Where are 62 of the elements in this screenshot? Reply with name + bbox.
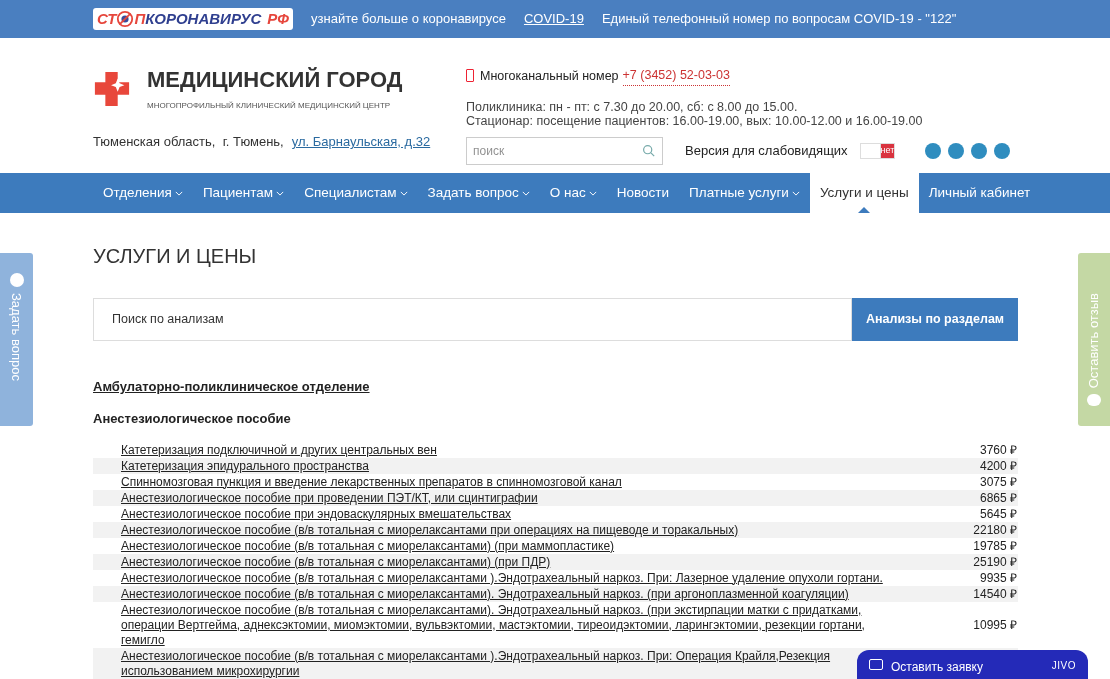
pointer-icon xyxy=(858,207,871,213)
chat-label: Оставить заявку xyxy=(891,659,984,676)
price-text: 5645 ₽ xyxy=(978,506,1017,522)
brand-name[interactable]: МЕДИЦИНСКИЙ ГОРОД xyxy=(147,66,403,94)
service-link[interactable]: Анестезиологическое пособие при проведении ПЭТ/КТ, или сцинтиграфии xyxy=(121,490,538,506)
sections-button[interactable]: Анализы по разделам xyxy=(852,298,1018,341)
hours-text: Поликлиника: пн - пт: с 7.30 до 20.00, сб: с 8.00 до 15.00. xyxy=(466,99,799,114)
nav-tab[interactable]: Новости xyxy=(606,173,680,213)
service-link[interactable]: Анестезиологическое пособие (в/в тотальная с миорелаксантами ).Эндотрахеальный наркоз. При: Операция Крайля,Резекция xyxy=(121,648,831,664)
price-text: 19785 ₽ xyxy=(972,538,1017,554)
info-text: узнайте больше о коронавирусе xyxy=(311,10,506,29)
nav-tab[interactable]: Отделения xyxy=(93,173,193,213)
service-link[interactable]: Анестезиологическое пособие (в/в тотальная с миорелаксантами) (при маммопластике) xyxy=(121,538,615,554)
page-title: УСЛУГИ И ЦЕНЫ xyxy=(93,244,258,269)
service-link[interactable]: Анестезиологическое пособие (в/в тотальная с миорелаксантами). Эндотрахеальный наркоз. (при аргоноплазменной коагуляции) xyxy=(121,586,849,602)
price-text: 14540 ₽ xyxy=(972,586,1017,602)
address-link[interactable]: ул. Барнаульская, д.32 xyxy=(291,132,431,152)
price-text: 4200 ₽ xyxy=(978,458,1017,474)
accessibility-toggle[interactable]: нет xyxy=(859,142,896,159)
brand-tagline: МНОГОПРОФИЛЬНЫЙ КЛИНИЧЕСКИЙ МЕДИЦИНСКИЙ ЦЕНТР xyxy=(147,100,392,112)
nav-tab[interactable]: Пациентам xyxy=(192,173,295,213)
nav-tab[interactable]: Личный кабинет xyxy=(918,173,1041,213)
service-link[interactable]: Анестезиологическое пособие (в/в тотальная с миорелаксантами при операциях на пищеводе и торакальных) xyxy=(121,522,739,538)
hours-text: Стационар: посещение пациентов: 16.00-19.00, вых: 10.00-12.00 и 16.00-19.00 xyxy=(466,113,924,128)
service-link[interactable]: Спинномозговая пункция и введение лекарственных препаратов в спинномозговой канал xyxy=(121,474,622,490)
price-text: 3075 ₽ xyxy=(978,474,1017,490)
medical-cross-icon xyxy=(93,70,131,108)
section-link[interactable]: Амбулаторно-поликлиническое отделение xyxy=(93,377,370,397)
nav-tab[interactable]: Платные услуги xyxy=(679,173,810,213)
price-text: 6865 ₽ xyxy=(978,490,1017,506)
price-text: 22180 ₽ xyxy=(972,522,1017,538)
nav-tab[interactable]: Специалистам xyxy=(294,173,418,213)
nav-tab[interactable]: Услуги и цены xyxy=(809,173,919,213)
covid-link[interactable]: COVID-19 xyxy=(523,9,584,29)
price-text: 10995 ₽ xyxy=(972,617,1017,633)
hotline-text: Единый телефонный номер по вопросам COVID-19 - "122" xyxy=(601,10,957,29)
service-link[interactable]: Катетеризация эпидурального пространства xyxy=(121,458,369,474)
service-link[interactable]: Анестезиологическое пособие (в/в тотальная с миорелаксантами) (при ПДР) xyxy=(121,554,551,570)
chat-brand: JIVO xyxy=(1051,659,1076,673)
service-link[interactable]: Анестезиологическое пособие (в/в тотальная с миорелаксантами ).Эндотрахеальный наркоз. При: Лазерное удаление опухоли гортани. xyxy=(121,570,883,586)
search-icon[interactable] xyxy=(642,143,655,157)
service-link[interactable]: Анестезиологическое пособие (в/в тотальная с миорелаксантами). Эндотрахеальный наркоз. (при экстирпации матки с придатками, операции Вертгейма, аднексэктомии, миомэктомии, вульвэктомии, мастэктомии, тиреоидэктомии, ларингэктомии, резекции гортани, гемигло xyxy=(121,602,907,648)
service-link[interactable]: использованием микрохирургии xyxy=(121,663,300,679)
price-text: 25190 ₽ xyxy=(972,554,1017,570)
service-link[interactable]: Катетеризация подключичной и других центральных вен xyxy=(121,442,437,458)
phone-icon xyxy=(466,69,474,83)
analysis-search-field[interactable]: Поиск по анализам xyxy=(93,298,852,341)
chat-popup[interactable]: Оставить заявку JIVO xyxy=(857,650,1088,679)
nav-tab[interactable]: Задать вопрос xyxy=(417,173,540,213)
price-text: 3760 ₽ xyxy=(978,442,1017,458)
phone-label: Многоканальный номер xyxy=(480,67,619,85)
chat-bubble-icon xyxy=(1087,394,1101,406)
envelope-icon xyxy=(869,659,883,670)
price-text: 9935 ₽ xyxy=(978,570,1017,586)
service-link[interactable]: Анестезиологическое пособие при эндоваскулярных вмешательствах xyxy=(121,506,512,522)
accessibility-label: Версия для слабовидящих xyxy=(685,142,848,160)
nav-tab[interactable]: О нас xyxy=(539,173,607,213)
subsection-title: Анестезиологическое пособие xyxy=(93,409,292,428)
search-field[interactable]: поиск xyxy=(466,136,663,165)
phone-link[interactable]: +7 (3452) 52-03-03 xyxy=(622,66,730,86)
address-text: Тюменская область, г. Тюмень, xyxy=(93,133,284,151)
covid-logo[interactable]: СТ ПКОРОНАВИРУС РФ xyxy=(93,7,294,31)
